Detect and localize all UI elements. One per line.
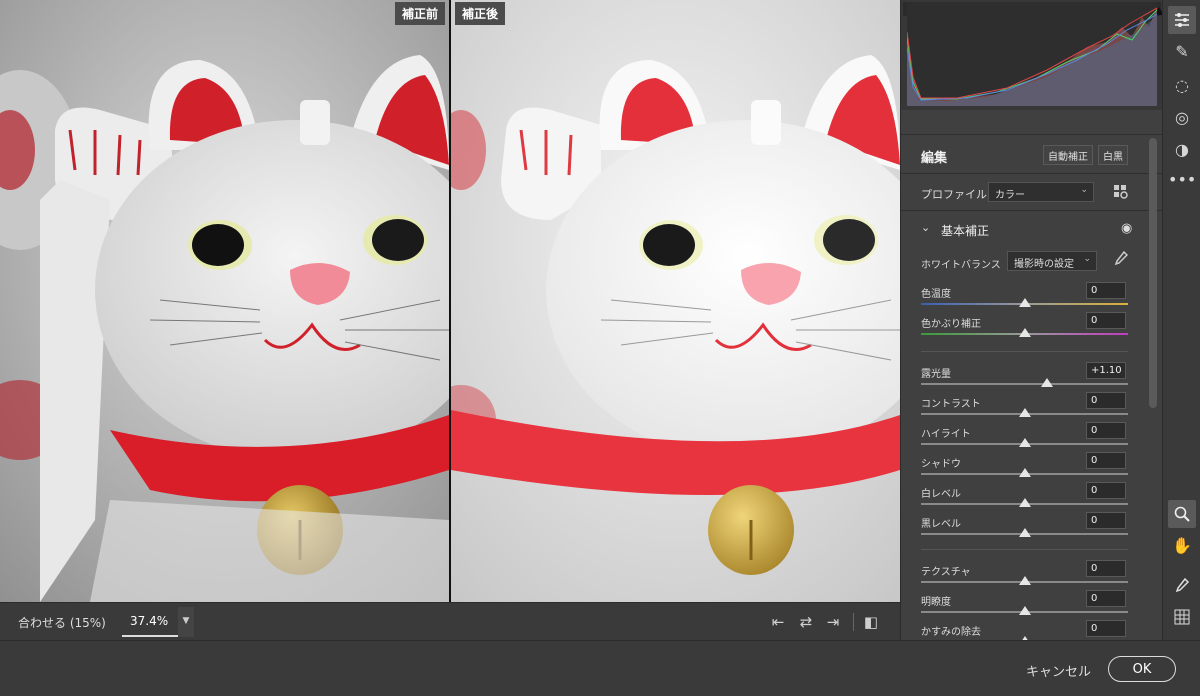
slider-value-input[interactable]: 0 [1086,620,1126,637]
slider-track[interactable] [921,383,1128,385]
white-balance-label: ホワイトバランス [921,260,1001,271]
slider-row: 露光量 +1.10 [901,362,1163,395]
slider-thumb[interactable] [1018,576,1031,585]
profile-browser-icon[interactable] [1113,184,1129,200]
preview-toolbar: 合わせる (15%) 37.4% ▼ ⇤ ⇄ ⇥ ◧ [0,602,900,640]
after-pane[interactable]: 補正後 [451,0,900,602]
mask-icon[interactable]: ◌ [1168,72,1196,100]
slider-value-input[interactable]: 0 [1086,452,1126,469]
slider-thumb[interactable] [1018,528,1031,537]
slider-thumb[interactable] [1018,468,1031,477]
preview-area: 補正前 補正後 [0,0,900,602]
visibility-eye-icon[interactable]: ◉ [1121,221,1132,236]
slider-value-input[interactable]: 0 [1086,282,1126,299]
histogram [901,0,1164,110]
before-after-toggle-icon[interactable]: ◧ [861,612,881,632]
slider-thumb[interactable] [1018,438,1031,447]
slider-value-input[interactable]: 0 [1086,422,1126,439]
panel-scrollbar[interactable] [1149,138,1157,408]
slider-value-input[interactable]: 0 [1086,560,1126,577]
slider-label: 黒レベル [921,519,961,530]
group-separator [921,549,1128,550]
basic-section-header[interactable]: ⌄ 基本補正 ◉ [901,212,1163,248]
chevron-down-icon: ⌄ [1083,254,1091,264]
edit-sliders-icon[interactable] [1168,6,1196,34]
slider-row: 白レベル 0 [901,482,1163,515]
hand-tool-icon[interactable]: ✋ [1168,532,1196,560]
dialog-footer: キャンセル OK [0,640,1200,696]
slider-label: テクスチャ [921,567,971,578]
slider-thumb[interactable] [1018,408,1031,417]
slider-row: 色温度 0 [901,282,1163,315]
camera-raw-window: 補正前 補正後 合わせる (15%) 37.4% ▼ ⇤ ⇄ ⇥ ◧ 編集 自動… [0,0,1200,696]
slider-label: ハイライト [921,429,971,440]
slider-value-input[interactable]: 0 [1086,392,1126,409]
slider-row: テクスチャ 0 [901,560,1163,593]
slider-thumb[interactable] [1018,606,1031,615]
swap-before-after-icon[interactable]: ⇄ [796,612,816,632]
color-sampler-icon[interactable] [1168,572,1196,600]
profile-value: カラー [995,190,1025,201]
zoom-tool-icon[interactable] [1168,500,1196,528]
presets-icon[interactable]: ◑ [1168,136,1196,164]
collapse-chevron-icon[interactable]: ⌄ [921,221,930,234]
slider-label: かすみの除去 [921,627,981,638]
toolbar-separator [853,613,854,631]
cycle-views-icon[interactable]: ⇤ [768,612,788,632]
red-eye-icon[interactable]: ◎ [1168,104,1196,132]
slider-label: 明瞭度 [921,597,951,608]
slider-row: 明瞭度 0 [901,590,1163,623]
slider-thumb[interactable] [1041,378,1054,387]
slider-value-input[interactable]: 0 [1086,512,1126,529]
profile-label: プロファイル [921,188,987,201]
slider-label: 色かぶり補正 [921,319,981,330]
white-balance-value: 撮影時の設定 [1014,259,1074,270]
edit-header: 編集 自動補正 白黒 [901,134,1163,174]
slider-thumb[interactable] [1018,498,1031,507]
zoom-dropdown-icon[interactable]: ▼ [178,607,194,637]
more-icon[interactable]: ••• [1168,166,1196,194]
heal-bandage-icon[interactable]: ✎ [1168,38,1196,66]
slider-row: ハイライト 0 [901,422,1163,455]
slider-row: シャドウ 0 [901,452,1163,485]
zoom-level-field[interactable]: 37.4% [122,607,178,637]
slider-value-input[interactable]: 0 [1086,482,1126,499]
auto-button[interactable]: 自動補正 [1043,145,1093,165]
profile-dropdown[interactable]: カラー ⌄ [988,182,1094,202]
slider-label: コントラスト [921,399,981,410]
ok-button[interactable]: OK [1108,656,1176,682]
grid-overlay-icon[interactable] [1168,604,1196,632]
chevron-down-icon: ⌄ [1080,185,1088,195]
before-photo [0,0,449,602]
slider-value-input[interactable]: 0 [1086,312,1126,329]
slider-thumb[interactable] [1018,328,1031,337]
after-photo [451,0,900,602]
eyedropper-icon[interactable] [1114,250,1129,271]
group-separator [921,351,1128,352]
cancel-button[interactable]: キャンセル [1014,659,1103,682]
before-label: 補正前 [394,2,445,25]
slider-value-input[interactable]: +1.10 [1086,362,1126,379]
slider-label: 白レベル [921,489,961,500]
fit-zoom-button[interactable]: 合わせる (15%) [18,614,106,631]
tool-strip: ✎ ◌ ◎ ◑ ••• ✋ [1162,0,1200,640]
slider-row: 色かぶり補正 0 [901,312,1163,345]
after-label: 補正後 [455,2,506,25]
before-pane[interactable]: 補正前 [0,0,449,602]
slider-label: 色温度 [921,289,951,300]
histogram-graph [907,2,1157,106]
edit-panel: 編集 自動補正 白黒 プロファイル カラー ⌄ ⌄ 基本補正 ◉ ホワイトバラン… [900,0,1164,645]
slider-label: 露光量 [921,369,951,380]
basic-section-title: 基本補正 [941,224,990,238]
copy-settings-icon[interactable]: ⇥ [823,612,843,632]
slider-value-input[interactable]: 0 [1086,590,1126,607]
slider-row: 黒レベル 0 [901,512,1163,545]
edit-title: 編集 [921,151,948,166]
profile-row: プロファイル カラー ⌄ [901,175,1163,211]
slider-thumb[interactable] [1018,298,1031,307]
slider-label: シャドウ [921,459,961,470]
slider-row: コントラスト 0 [901,392,1163,425]
white-balance-dropdown[interactable]: 撮影時の設定 ⌄ [1007,251,1097,271]
black-white-button[interactable]: 白黒 [1098,145,1128,165]
